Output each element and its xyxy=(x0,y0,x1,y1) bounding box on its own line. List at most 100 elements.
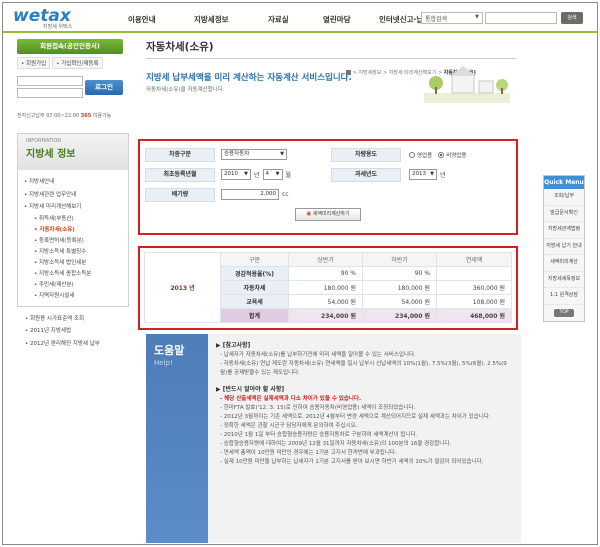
help-content: ▶ [참고사항] - 납세자가 자동차세(소유)를 납부하기전에 미리 세액을 … xyxy=(208,334,521,543)
nav-local-tax-info[interactable]: 지방세정보 xyxy=(194,14,229,25)
cell-unit: 원 xyxy=(424,313,430,320)
cell-first-half: 234,000 원 xyxy=(288,308,363,323)
row-displacement: 배기량 2,000 cc xyxy=(145,186,511,203)
sidebar-item[interactable]: 지방소득세 법인세분 xyxy=(24,258,122,269)
radio-circle xyxy=(409,151,415,158)
sidebar-item[interactable]: 지방세관련 업무안내 xyxy=(24,189,122,202)
help-section-notice-title: ▶ [반드시 알아야 할 사항] xyxy=(216,386,285,393)
wetax-logo[interactable]: wetax 지방세 위택스 xyxy=(13,6,103,30)
cell-unit: % xyxy=(350,270,356,277)
side-menu-header: INFORMATION 지방세 정보 xyxy=(18,134,128,170)
displacement-unit: cc xyxy=(282,191,289,198)
sidebar-item[interactable]: 지방소득세 특별징수 xyxy=(24,247,122,258)
nav-library[interactable]: 자료실 xyxy=(268,14,289,25)
service-hours: 전자신고납부 07:00~22:00 365 이용가능 xyxy=(17,112,129,119)
vehicle-type-select[interactable]: 승용자동차 ▼ xyxy=(221,149,287,160)
cert-login-button[interactable]: 회원접속(공인인증서) xyxy=(17,39,123,54)
help-line: - 연세액 총액이 10만원 미만인 경우에는 1기분 고지서 한꺼번에 부과됩… xyxy=(220,450,397,456)
first-registration-label: 최초등록년월 xyxy=(145,167,215,182)
main-content: 자동차세(소유) > 지방세정보 > 지방세 미리계산해보기 > 자동차세(소유… xyxy=(146,39,526,109)
sidebar-item[interactable]: 주민세(재산분) xyxy=(24,280,122,291)
signup-link[interactable]: • 회원가입 xyxy=(17,57,51,69)
help-line: - 승합형승용자량에 대하여는 2009년 12월 31일까지 자동차세(소유)… xyxy=(220,441,452,447)
sidebar-extra-link[interactable]: 2011년 지방세법 xyxy=(25,325,129,338)
quick-menu-item[interactable]: 발급문서확인 xyxy=(544,206,584,222)
help-line: - 한미FTA 발효('12. 3. 15)로 인하여 승용자동차(비영업용) … xyxy=(220,405,416,411)
cell-value: 180,000 xyxy=(323,285,349,292)
cell-first-half: 54,000 원 xyxy=(288,294,363,309)
search-input[interactable] xyxy=(485,12,557,24)
reg-month-select[interactable]: 4 ▼ xyxy=(262,169,283,180)
quick-menu: Quick Menu 조회/납부 발급문서확인 지방세관계법령 지방세 납기 안내 세액… xyxy=(543,175,585,322)
service-days: 365 xyxy=(80,113,92,119)
usage-commercial-radio[interactable]: 영업용 xyxy=(409,151,432,159)
side-menu: INFORMATION 지방세 정보 지방세안내지방세관련 업무안내지방세 미리… xyxy=(17,133,129,307)
cell-annual: 468,000 원 xyxy=(436,308,512,323)
search-button[interactable]: 검색 xyxy=(561,12,583,24)
cell-unit: 원 xyxy=(424,285,430,292)
sidebar-item[interactable]: 지방세 미리계산해보기 xyxy=(24,201,122,214)
result-year: 2013 년 xyxy=(144,252,221,323)
side-menu-list: 지방세안내지방세관련 업무안내지방세 미리계산해보기취득세(부동산)자동차세(소… xyxy=(18,170,128,306)
sidebar-item[interactable]: 지방세안내 xyxy=(24,176,122,189)
help-line: - 2010년 1월 1일 부터 승합형승용자량은 승용자동차로 구분하여 세액… xyxy=(220,432,418,438)
displacement-value: 2,000 xyxy=(260,191,276,197)
calculate-button[interactable]: ▣ 세액미리계산하기 xyxy=(295,208,361,221)
cell-second-half: 180,000 원 xyxy=(362,280,437,295)
sidebar-item[interactable]: 등록면허세(등록분) xyxy=(24,236,122,247)
row-label: 교육세 xyxy=(220,294,289,309)
quick-menu-item[interactable]: 지방세관계법령 xyxy=(544,222,584,239)
login-area: 로그인 xyxy=(17,74,129,110)
displacement-label: 배기량 xyxy=(145,187,215,202)
sidebar-item[interactable]: 지방소득세 종합소득분 xyxy=(24,269,122,280)
search-scope-value: 통합검색 xyxy=(425,16,448,23)
tax-result-box: 2013 년 구분 상반기 하반기 연세액 경감적용율(%) 90 % 90 %… xyxy=(138,246,518,330)
usage-noncommercial-radio[interactable]: 비영업용 xyxy=(438,151,466,159)
tax-year-label: 과세년도 xyxy=(331,167,401,182)
sidebar-extra-link[interactable]: 2012년 편리해진 지방세 납부 xyxy=(25,338,129,351)
help-subtitle: Help! xyxy=(154,359,173,367)
sidebar-item[interactable]: 자동차세(소유) xyxy=(24,225,122,236)
side-extra-links: 회원용 시가표준액 조회2011년 지방세법2012년 편리해진 지방세 납부 xyxy=(17,313,129,351)
reg-year-select[interactable]: 2010 ▼ xyxy=(221,169,251,180)
side-menu-title: 지방세 정보 xyxy=(26,149,76,160)
quick-menu-item[interactable]: 세액미리계산 xyxy=(544,255,584,272)
logo-subtext: 지방세 위택스 xyxy=(43,24,73,30)
help-label-panel: 도움말 Help! xyxy=(146,334,208,543)
quick-menu-item[interactable]: 지방세세목정보 xyxy=(544,272,584,288)
quick-menu-item[interactable]: 1:1 원격상담 xyxy=(544,288,584,305)
result-table: 2013 년 구분 상반기 하반기 연세액 경감적용율(%) 90 % 90 %… xyxy=(144,252,512,323)
id-input[interactable] xyxy=(17,76,83,86)
chevron-down-icon: ▼ xyxy=(275,171,280,177)
login-button[interactable]: 로그인 xyxy=(85,80,123,95)
nav-usage-guide[interactable]: 이용안내 xyxy=(128,14,156,25)
help-section-reference-title: ▶ [참고사항] xyxy=(216,342,251,349)
help-title: 도움말 xyxy=(154,344,185,357)
nav-open-forum[interactable]: 열린마당 xyxy=(323,14,351,25)
displacement-input[interactable]: 2,000 xyxy=(221,189,279,200)
help-line: - 납세자가 자동차세(소유)를 납부하기전에 미리 세액을 알아볼 수 있는 … xyxy=(220,352,416,358)
chevron-down-icon: ▼ xyxy=(280,151,284,157)
quick-menu-list: 조회/납부 발급문서확인 지방세관계법령 지방세 납기 안내 세액미리계산 지방세세목정보… xyxy=(544,189,584,305)
cell-second-half: 54,000 원 xyxy=(362,294,437,309)
password-input[interactable] xyxy=(17,88,83,98)
sidebar-item[interactable]: 지역자원시설세 xyxy=(24,291,122,302)
register-check-link[interactable]: • 가입확인/재등록 xyxy=(52,57,103,69)
vehicle-type-value: 승용자동차 xyxy=(224,151,250,157)
sidebar-extra-link[interactable]: 회원용 시가표준액 조회 xyxy=(25,313,129,326)
banner-illustration xyxy=(424,66,510,103)
radio-circle-selected xyxy=(438,151,445,158)
search-scope-select[interactable]: 통합검색 ▼ xyxy=(421,12,483,24)
reg-month-unit: 월 xyxy=(285,172,292,179)
quick-menu-item[interactable]: 조회/납부 xyxy=(544,189,584,206)
help-warning-line: - 해당 산출세액은 실제세액과 다소 차이가 있을 수 있습니다. xyxy=(220,396,362,402)
top-button[interactable]: TOP xyxy=(554,308,574,317)
help-box: 도움말 Help! ▶ [참고사항] - 납세자가 자동차세(소유)를 납부하기… xyxy=(146,334,521,543)
tax-year-select[interactable]: 2013 ▼ xyxy=(409,169,437,180)
sidebar-item[interactable]: 취득세(부동산) xyxy=(24,214,122,225)
cell-unit: 원 xyxy=(350,313,356,320)
intro-banner: 지방세 납부세액을 미리 계산하는 자동계산 서비스입니다. 자동차세(소유)을… xyxy=(146,66,516,109)
browser-frame: wetax 지방세 위택스 이용안내 지방세정보 자료실 열린마당 인터넷신고·… xyxy=(2,2,598,545)
cell-unit: 원 xyxy=(424,299,430,306)
quick-menu-item[interactable]: 지방세 납기 안내 xyxy=(544,239,584,255)
